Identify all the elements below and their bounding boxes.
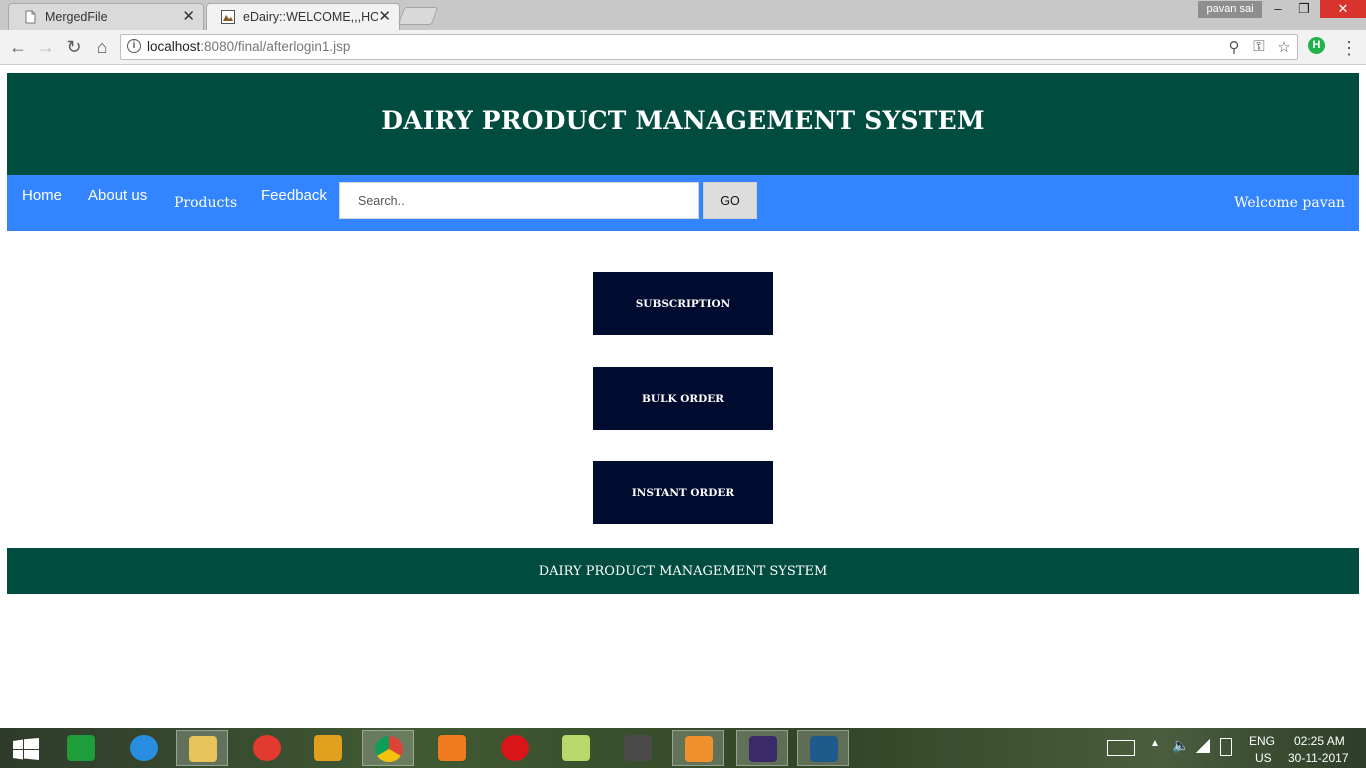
taskbar-app-red[interactable] xyxy=(241,730,293,766)
tab-title: eDairy::WELCOME,,,HOME xyxy=(243,10,378,24)
tab-edairy-home[interactable]: eDairy::WELCOME,,,HOME ✕ xyxy=(206,3,400,30)
favicon-icon xyxy=(221,10,235,24)
taskbar-mysql[interactable] xyxy=(797,730,849,766)
browser-tabstrip: MergedFile ✕ eDairy::WELCOME,,,HOME ✕ pa… xyxy=(0,0,1366,30)
forward-icon[interactable]: → xyxy=(35,36,57,58)
zoom-icon[interactable]: ⚲ xyxy=(1225,38,1243,56)
url-text[interactable]: localhost:8080/final/afterlogin1.jsp xyxy=(147,39,350,54)
network-icon[interactable] xyxy=(1196,739,1210,753)
subscription-button[interactable]: SUBSCRIPTION xyxy=(593,272,773,335)
url-path: :8080/final/afterlogin1.jsp xyxy=(200,39,351,54)
language-top[interactable]: ENG xyxy=(1249,734,1275,748)
taskbar-media[interactable] xyxy=(672,730,724,766)
site-footer: DAIRY PRODUCT MANAGEMENT SYSTEM xyxy=(7,548,1359,594)
windows-taskbar: ▲ 🔈 ENG US 02:25 AM 30-11-2017 xyxy=(0,728,1366,768)
taskbar-winamp[interactable] xyxy=(302,730,354,766)
nav-products[interactable]: Products xyxy=(174,195,237,211)
camera-app-icon xyxy=(253,735,281,761)
chrome-icon xyxy=(375,736,403,762)
footer-title: DAIRY PRODUCT MANAGEMENT SYSTEM xyxy=(538,564,828,579)
new-tab-button[interactable] xyxy=(397,7,439,25)
back-icon[interactable]: ← xyxy=(7,36,29,58)
nav-home[interactable]: Home xyxy=(22,187,62,204)
tray-expand-icon[interactable]: ▲ xyxy=(1150,738,1160,749)
site-header: DAIRY PRODUCT MANAGEMENT SYSTEM xyxy=(7,73,1359,175)
internet-explorer-icon xyxy=(130,735,158,761)
menu-icon[interactable]: ⋮ xyxy=(1340,39,1358,57)
taskbar-sublime[interactable] xyxy=(612,730,664,766)
document-icon xyxy=(25,10,36,24)
sticky-notes-icon xyxy=(562,735,590,761)
folder-icon xyxy=(189,736,217,762)
taskbar-store[interactable] xyxy=(55,730,107,766)
sublime-text-icon xyxy=(624,735,652,761)
nav-feedback[interactable]: Feedback xyxy=(261,187,327,204)
taskbar-ie[interactable] xyxy=(118,730,170,766)
mysql-workbench-icon xyxy=(810,736,838,762)
start-button[interactable] xyxy=(0,730,52,766)
browser-toolbar: ← → ↻ ⌂ i localhost:8080/final/afterlogi… xyxy=(0,30,1366,65)
nav-about-us[interactable]: About us xyxy=(88,187,147,204)
page-title: DAIRY PRODUCT MANAGEMENT SYSTEM xyxy=(381,106,985,135)
clock-date[interactable]: 30-11-2017 xyxy=(1288,751,1349,765)
welcome-user: Welcome pavan xyxy=(1234,195,1345,211)
windows-logo-icon xyxy=(13,738,39,760)
taskbar-chrome[interactable] xyxy=(362,730,414,766)
tab-close-icon[interactable]: ✕ xyxy=(182,7,195,25)
restore-icon[interactable]: ❐ xyxy=(1290,0,1318,18)
taskbar-sticky[interactable] xyxy=(550,730,602,766)
main-nav: Home About us Products Feedback GO Welco… xyxy=(7,175,1359,231)
volume-icon[interactable]: 🔈 xyxy=(1172,737,1189,754)
url-host: localhost xyxy=(147,39,201,54)
tab-mergedfile[interactable]: MergedFile ✕ xyxy=(8,3,204,30)
bookmark-star-icon[interactable]: ☆ xyxy=(1275,38,1293,56)
taskbar-opera[interactable] xyxy=(489,730,541,766)
keyboard-icon[interactable] xyxy=(1107,740,1135,756)
opera-icon xyxy=(501,735,529,761)
minimize-icon[interactable]: – xyxy=(1264,0,1292,18)
tab-title: MergedFile xyxy=(45,10,108,24)
tab-close-icon[interactable]: ✕ xyxy=(378,7,391,25)
battery-icon[interactable] xyxy=(1220,738,1232,756)
key-icon[interactable]: ⚿ xyxy=(1250,38,1268,55)
winamp-icon xyxy=(314,735,342,761)
reload-icon[interactable]: ↻ xyxy=(63,36,85,58)
micromax-icon xyxy=(438,735,466,761)
taskbar-explorer[interactable] xyxy=(176,730,228,766)
bulk-order-button[interactable]: BULK ORDER xyxy=(593,367,773,430)
taskbar-eclipse[interactable] xyxy=(736,730,788,766)
search-input[interactable] xyxy=(339,182,699,219)
eclipse-javaee-icon xyxy=(749,736,777,762)
home-icon[interactable]: ⌂ xyxy=(91,36,113,58)
address-bar[interactable]: i localhost:8080/final/afterlogin1.jsp ⚲… xyxy=(120,34,1298,60)
close-window-icon[interactable]: ✕ xyxy=(1320,0,1366,18)
extension-icon[interactable]: H xyxy=(1308,37,1325,54)
taskbar-micromax[interactable] xyxy=(426,730,478,766)
media-player-icon xyxy=(685,736,713,762)
info-icon[interactable]: i xyxy=(127,39,141,53)
instant-order-button[interactable]: INSTANT ORDER xyxy=(593,461,773,524)
go-button[interactable]: GO xyxy=(703,182,757,219)
language-bottom[interactable]: US xyxy=(1255,751,1272,765)
profile-badge[interactable]: pavan sai xyxy=(1198,1,1262,18)
store-icon xyxy=(67,735,95,761)
clock-time[interactable]: 02:25 AM xyxy=(1294,734,1345,748)
